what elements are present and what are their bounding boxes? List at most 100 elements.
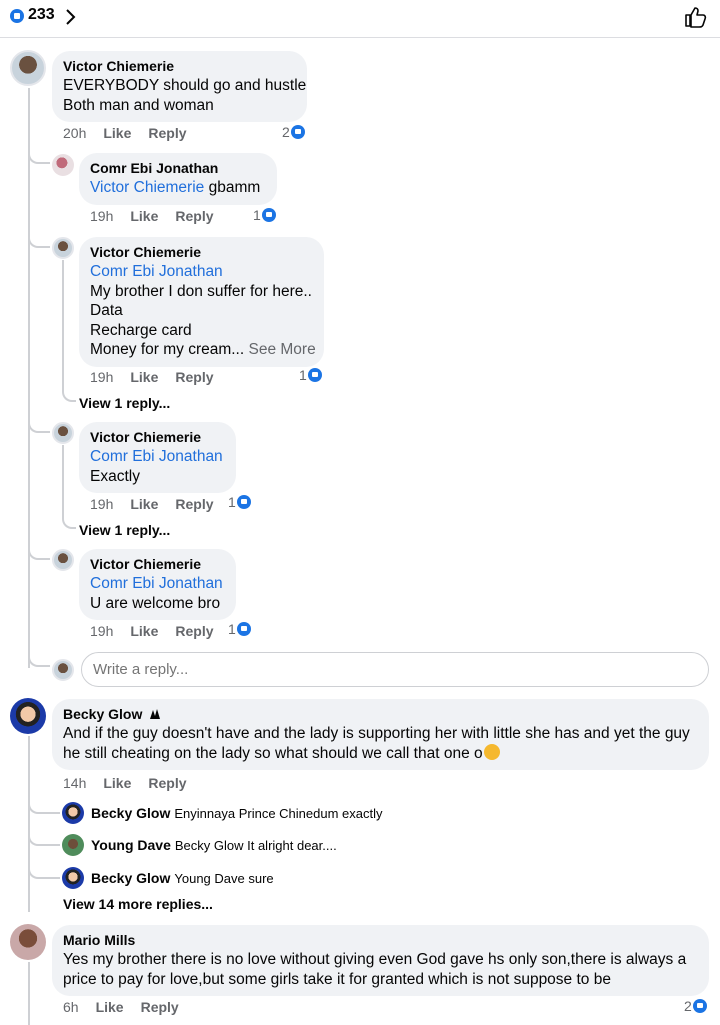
avatar[interactable] <box>62 834 84 856</box>
thread-connector <box>28 385 50 433</box>
see-more-link[interactable]: See More <box>249 341 316 358</box>
reply-text: Young Dave sure <box>174 870 274 886</box>
reply-preview[interactable]: Becky Glow Enyinnaya Prince Chinedum exa… <box>91 805 382 821</box>
avatar[interactable] <box>10 50 46 86</box>
thread-connector <box>28 140 50 164</box>
reaction-number: 1 <box>253 207 261 223</box>
mention-link[interactable]: Comr Ebi Jonathan <box>90 262 313 282</box>
like-button[interactable]: Like <box>130 623 158 639</box>
comment-text: he still cheating on the lady so what sh… <box>63 744 483 762</box>
reply-text: My brother I don suffer for here.. <box>90 282 312 300</box>
like-badge-icon <box>692 999 707 1013</box>
like-button[interactable]: Like <box>103 775 131 791</box>
reply-text: Money for my cream... <box>90 341 245 358</box>
reply-author[interactable]: Becky Glow <box>91 870 170 886</box>
thread-connector <box>28 512 50 560</box>
timestamp[interactable]: 19h <box>90 369 113 385</box>
reply-actions: 19h Like Reply <box>90 369 214 385</box>
thread-line <box>28 962 30 1025</box>
timestamp[interactable]: 6h <box>63 999 79 1015</box>
reaction-count[interactable]: 1 <box>253 207 276 223</box>
comment-actions: 6h Like Reply <box>63 999 179 1015</box>
like-badge-icon <box>236 622 251 636</box>
avatar[interactable] <box>62 802 84 824</box>
reply-author[interactable]: Victor Chiemerie <box>90 555 225 574</box>
reaction-count[interactable]: 1 <box>228 494 251 510</box>
avatar[interactable] <box>10 924 46 960</box>
avatar[interactable] <box>10 698 46 734</box>
comment-bubble: Mario Mills Yes my brother there is no l… <box>52 925 709 996</box>
reply-actions: 19h Like Reply <box>90 623 214 639</box>
reply-actions: 19h Like Reply <box>90 208 214 224</box>
view-more-replies-link[interactable]: View 14 more replies... <box>63 896 213 912</box>
reply-bubble: Victor Chiemerie Comr Ebi Jonathan My br… <box>79 237 324 367</box>
reaction-number: 1 <box>228 494 236 510</box>
comment-author[interactable]: Victor Chiemerie <box>63 57 296 76</box>
reply-author[interactable]: Comr Ebi Jonathan <box>90 159 266 178</box>
like-badge-icon <box>261 208 276 222</box>
timestamp[interactable]: 19h <box>90 496 113 512</box>
reaction-number: 1 <box>228 621 236 637</box>
reply-text: gbamm <box>208 179 261 196</box>
avatar[interactable] <box>52 154 74 176</box>
timestamp[interactable]: 20h <box>63 125 86 141</box>
reaction-count[interactable]: 2 <box>684 998 707 1014</box>
thread-line <box>62 260 64 390</box>
reactions-header: 233 <box>0 0 720 38</box>
mention-link[interactable]: Comr Ebi Jonathan <box>90 574 225 594</box>
reaction-count[interactable]: 1 <box>299 367 322 383</box>
view-replies-link[interactable]: View 1 reply... <box>79 522 170 538</box>
thread-connector <box>28 640 50 667</box>
reply-author[interactable]: Young Dave <box>91 837 171 853</box>
avatar[interactable] <box>52 549 74 571</box>
thread-connector <box>28 222 50 248</box>
like-button[interactable]: Like <box>130 369 158 385</box>
mention-link[interactable]: Comr Ebi Jonathan <box>90 447 225 467</box>
view-replies-link[interactable]: View 1 reply... <box>79 395 170 411</box>
reply-actions: 19h Like Reply <box>90 496 214 512</box>
avatar[interactable] <box>62 867 84 889</box>
like-button[interactable]: Like <box>130 208 158 224</box>
thumbs-up-icon[interactable] <box>683 5 709 29</box>
reaction-number: 2 <box>684 998 692 1014</box>
reply-button[interactable]: Reply <box>175 496 213 512</box>
reply-preview[interactable]: Young Dave Becky Glow It alright dear...… <box>91 837 337 853</box>
thread-connector <box>62 503 76 529</box>
reply-bubble: Victor Chiemerie Comr Ebi Jonathan Exact… <box>79 422 236 493</box>
reply-text: U are welcome bro <box>90 594 221 612</box>
comment-author[interactable]: Becky Glow <box>63 705 698 724</box>
fan-badge-icon <box>150 709 161 719</box>
comment-text: Both man and woman <box>63 96 214 114</box>
reaction-count[interactable]: 1 <box>228 621 251 637</box>
like-button[interactable]: Like <box>103 125 131 141</box>
comment-author[interactable]: Mario Mills <box>63 931 698 950</box>
reply-button[interactable]: Reply <box>148 125 186 141</box>
reply-author[interactable]: Victor Chiemerie <box>90 428 225 447</box>
like-button[interactable]: Like <box>96 999 124 1015</box>
reaction-count[interactable]: 233 <box>28 6 55 24</box>
reply-text: Exactly <box>90 467 140 485</box>
reply-author[interactable]: Victor Chiemerie <box>90 243 313 262</box>
reply-button[interactable]: Reply <box>141 999 179 1015</box>
reply-button[interactable]: Reply <box>148 775 186 791</box>
reply-author[interactable]: Becky Glow <box>91 805 170 821</box>
avatar[interactable] <box>52 422 74 444</box>
avatar[interactable] <box>52 237 74 259</box>
timestamp[interactable]: 19h <box>90 623 113 639</box>
reply-bubble: Comr Ebi Jonathan Victor Chiemerie gbamm <box>79 153 277 205</box>
like-button[interactable]: Like <box>130 496 158 512</box>
chevron-right-icon[interactable] <box>63 7 79 27</box>
reaction-count[interactable]: 2 <box>282 124 305 140</box>
current-user-avatar <box>52 659 74 681</box>
reply-button[interactable]: Reply <box>175 369 213 385</box>
reply-input[interactable] <box>81 652 709 687</box>
reply-preview[interactable]: Becky Glow Young Dave sure <box>91 870 274 886</box>
reply-button[interactable]: Reply <box>175 623 213 639</box>
reply-button[interactable]: Reply <box>175 208 213 224</box>
reply-text: Data <box>90 302 123 319</box>
mention-link[interactable]: Victor Chiemerie <box>90 179 204 196</box>
timestamp[interactable]: 19h <box>90 208 113 224</box>
reaction-number: 2 <box>282 124 290 140</box>
reply-text: Becky Glow It alright dear.... <box>174 837 337 853</box>
timestamp[interactable]: 14h <box>63 775 86 791</box>
